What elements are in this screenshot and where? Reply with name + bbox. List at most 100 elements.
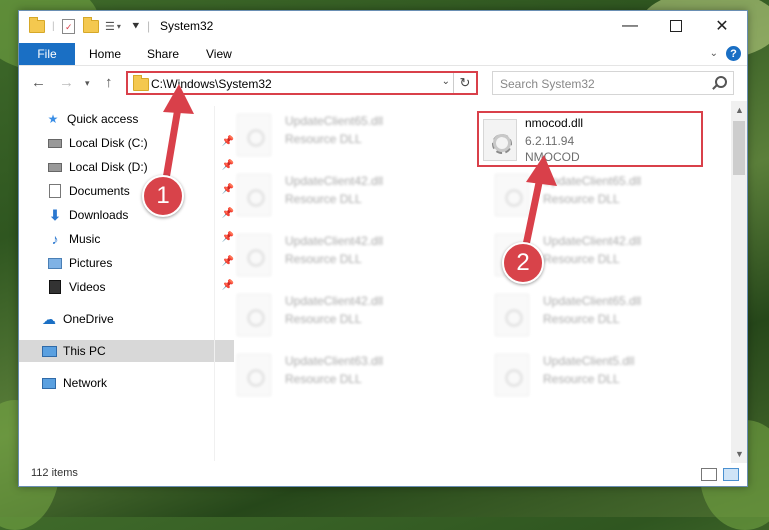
refresh-button[interactable]: ↻: [453, 73, 476, 93]
tab-file[interactable]: File: [19, 43, 75, 65]
properties-button[interactable]: ✓: [62, 18, 75, 34]
status-bar: 112 items: [19, 464, 747, 486]
dll-file-icon: [237, 174, 271, 216]
new-folder-button[interactable]: [83, 16, 99, 34]
toolbar-overflow-button[interactable]: ⯆: [131, 18, 141, 34]
callout-badge-2: 2: [502, 242, 544, 284]
vertical-scrollbar[interactable]: ▲ ▼: [731, 101, 747, 463]
file-tile[interactable]: UpdateClient63.dll Resource DLL: [219, 348, 439, 402]
details-view-button[interactable]: [701, 468, 717, 481]
minimize-icon: —: [622, 17, 638, 34]
address-path[interactable]: C:\Windows\System32: [151, 77, 272, 91]
music-icon: ♪: [51, 231, 59, 247]
sidebar-item-onedrive[interactable]: ☁ OneDrive: [19, 308, 234, 330]
forward-arrow-icon: →: [59, 74, 74, 91]
sidebar-item-label: Network: [63, 376, 108, 390]
minimize-button[interactable]: —: [607, 11, 653, 41]
file-tile[interactable]: UpdateClient65.dll Resource DLL: [219, 108, 439, 162]
properties-icon: ✓: [62, 18, 75, 34]
dll-file-icon: [495, 354, 529, 396]
sidebar-item-local-disk-d[interactable]: Local Disk (D:) 📌: [19, 156, 240, 178]
maximize-icon: [670, 20, 682, 32]
forward-button[interactable]: →: [59, 74, 74, 91]
sidebar-item-downloads[interactable]: ⬇ Downloads 📌: [19, 204, 240, 226]
drive-icon: [47, 160, 63, 174]
tab-home[interactable]: Home: [89, 47, 121, 61]
scrollbar-thumb[interactable]: [733, 121, 745, 175]
file-name: UpdateClient65.dll: [543, 174, 642, 188]
file-type: Resource DLL: [543, 372, 620, 386]
sidebar-item-pictures[interactable]: Pictures 📌: [19, 252, 240, 274]
file-tile[interactable]: UpdateClient65.dll Resource DLL: [477, 168, 697, 222]
file-tile[interactable]: UpdateClient42.dll Resource DLL: [219, 168, 439, 222]
sidebar-item-label: OneDrive: [63, 312, 114, 326]
file-description: NMOCOD: [525, 150, 580, 164]
drive-icon: [47, 136, 63, 150]
file-tile[interactable]: UpdateClient65.dll Resource DLL: [477, 288, 697, 342]
help-button[interactable]: ?: [726, 46, 741, 61]
file-tile-nmocod[interactable]: nmocod.dll 6.2.11.94 NMOCOD: [477, 111, 703, 167]
ribbon-controls: ⌄ ?: [710, 46, 741, 61]
recent-locations-button[interactable]: ▾: [85, 78, 90, 89]
expand-ribbon-chevron-icon[interactable]: ⌄: [710, 48, 718, 59]
search-input[interactable]: Search System32: [500, 77, 595, 91]
tab-view[interactable]: View: [206, 47, 232, 61]
new-folder-icon: [83, 16, 99, 33]
sidebar-item-label: Documents: [69, 184, 130, 198]
file-name: UpdateClient42.dll: [543, 234, 642, 248]
dll-file-icon: [495, 294, 529, 336]
file-tile[interactable]: UpdateClient42.dll Resource DLL: [219, 288, 439, 342]
folder-icon: [29, 16, 45, 33]
scroll-down-icon[interactable]: ▼: [735, 449, 744, 459]
network-icon: [41, 376, 57, 390]
file-type: Resource DLL: [543, 192, 620, 206]
tab-share[interactable]: Share: [147, 47, 179, 61]
refresh-icon: ↻: [459, 75, 471, 90]
title-separator: |: [147, 19, 151, 33]
chevron-down-icon: ▾: [116, 21, 121, 31]
navigation-bar: ← → ▾ ↑ C:\Windows\System32 ⌄ ↻ Search S…: [19, 66, 747, 100]
toolbar-separator: |: [52, 20, 55, 32]
address-dropdown-icon[interactable]: ⌄: [442, 76, 450, 87]
dll-file-icon: [237, 114, 271, 156]
customize-toolbar-button[interactable]: ☰ ▾: [105, 18, 121, 34]
sidebar-item-videos[interactable]: Videos 📌: [19, 276, 240, 298]
sidebar-item-documents[interactable]: Documents 📌: [19, 180, 240, 202]
search-box[interactable]: Search System32: [492, 71, 734, 95]
maximize-button[interactable]: [653, 11, 699, 41]
sidebar-item-this-pc[interactable]: This PC: [19, 340, 234, 362]
up-button[interactable]: ↑: [105, 74, 113, 91]
tiles-view-button[interactable]: [723, 468, 739, 481]
overflow-chevron-icon: ⯆: [131, 18, 141, 33]
sidebar-item-local-disk-c[interactable]: Local Disk (C:) 📌: [19, 132, 240, 154]
view-toggle: [701, 468, 739, 481]
close-button[interactable]: ✕: [699, 11, 745, 41]
dll-file-icon: [483, 119, 517, 161]
sidebar-item-music[interactable]: ♪ Music 📌: [19, 228, 240, 250]
scroll-up-icon[interactable]: ▲: [735, 105, 744, 115]
sidebar-item-label: Downloads: [69, 208, 129, 222]
file-explorer-window: | ✓ ☰ ▾ ⯆ | System32 — ✕ File Home Share…: [18, 10, 748, 487]
file-type: Resource DLL: [285, 192, 362, 206]
file-name: UpdateClient42.dll: [285, 174, 384, 188]
computer-icon: [41, 344, 57, 358]
file-type: Resource DLL: [285, 312, 362, 326]
file-name: UpdateClient42.dll: [285, 234, 384, 248]
file-type: Resource DLL: [543, 312, 620, 326]
download-icon: ⬇: [49, 206, 61, 223]
file-type: Resource DLL: [285, 132, 362, 146]
file-tile[interactable]: UpdateClient42.dll Resource DLL: [219, 228, 439, 282]
file-tile[interactable]: UpdateClient5.dll Resource DLL: [477, 348, 697, 402]
sidebar-item-network[interactable]: Network: [19, 372, 234, 394]
sidebar-item-quick-access[interactable]: ★ Quick access: [19, 108, 238, 130]
file-name: UpdateClient63.dll: [285, 354, 384, 368]
pane-divider[interactable]: [214, 106, 215, 461]
file-list: UpdateClient65.dll Resource DLL UpdateCl…: [219, 106, 729, 461]
title-bar: | ✓ ☰ ▾ ⯆ | System32 — ✕: [19, 11, 747, 43]
back-button[interactable]: ←: [31, 74, 46, 91]
up-arrow-icon: ↑: [105, 74, 113, 91]
ribbon-tabs: File Home Share View ⌄ ?: [19, 43, 747, 66]
address-bar[interactable]: C:\Windows\System32 ⌄ ↻: [126, 71, 478, 95]
file-type: Resource DLL: [285, 372, 362, 386]
chevron-down-icon: ▾: [85, 78, 90, 88]
